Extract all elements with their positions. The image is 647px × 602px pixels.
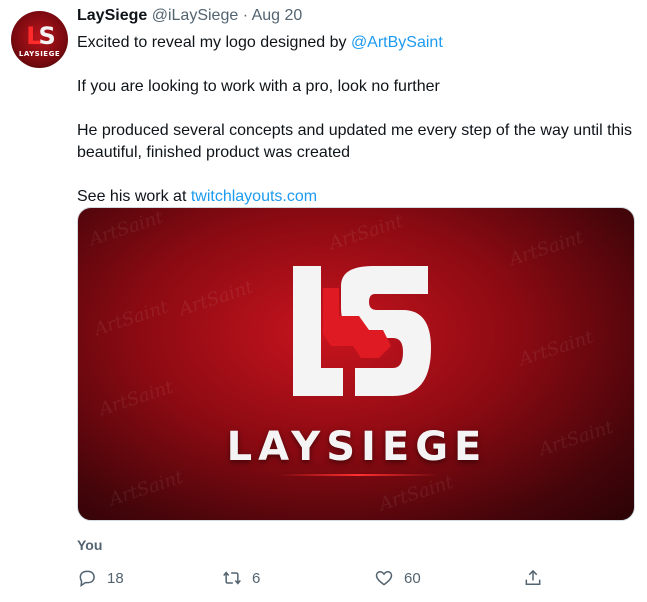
author-handle[interactable]: @iLaySiege [152,7,239,24]
avatar-wordmark: LAYSIEGE [18,49,61,58]
mention-link[interactable]: @ArtBySaint [351,34,443,51]
watermark-text: ArtSaint [176,276,256,321]
like-button[interactable]: 60 [374,568,421,588]
like-icon [375,570,393,586]
reply-count: 18 [107,569,124,587]
tweet-line-3: He produced several concepts and updated… [77,122,632,161]
watermark-text: ArtSaint [86,207,166,251]
watermark-text: ArtSaint [516,326,596,371]
watermark-text: ArtSaint [91,296,171,341]
tweet-date[interactable]: Aug 20 [252,7,303,24]
like-count: 60 [404,569,421,587]
retweet-icon [223,571,241,585]
tweet-actions-bar: 18 6 60 [0,568,647,596]
website-link[interactable]: twitchlayouts.com [191,188,317,205]
header-separator: · [242,7,249,24]
tweet-media-image[interactable]: ArtSaint ArtSaint ArtSaint ArtSaint ArtS… [77,207,635,521]
share-button[interactable] [523,568,543,588]
logo-underline [278,474,438,476]
watermark-text: ArtSaint [326,210,406,255]
ls-logo-mark [293,266,431,396]
share-icon [525,569,541,585]
avatar-monogram: LS [26,21,56,50]
tweet-text: Excited to reveal my logo designed by @A… [77,32,637,208]
tweet-avatar[interactable]: LS LAYSIEGE [11,11,68,68]
watermark-text: ArtSaint [506,226,586,271]
retweet-count: 6 [252,569,261,587]
watermark-text: ArtSaint [376,471,456,516]
social-context-label[interactable]: You [77,537,102,553]
tweet-line-2: If you are looking to work with a pro, l… [77,78,440,95]
tweet-header: LaySiege @iLaySiege · Aug 20 [77,6,302,26]
retweet-button[interactable]: 6 [222,568,260,588]
author-name[interactable]: LaySiege [77,7,147,24]
reply-icon [79,570,95,588]
logo-wordmark: LAYSIEGE [226,424,488,470]
tweet-line-1: Excited to reveal my logo designed by @A… [77,34,443,51]
watermark-text: ArtSaint [96,376,176,421]
reply-button[interactable]: 18 [77,568,124,588]
watermark-text: ArtSaint [106,466,186,511]
tweet-line-4: See his work at twitchlayouts.com [77,188,318,205]
